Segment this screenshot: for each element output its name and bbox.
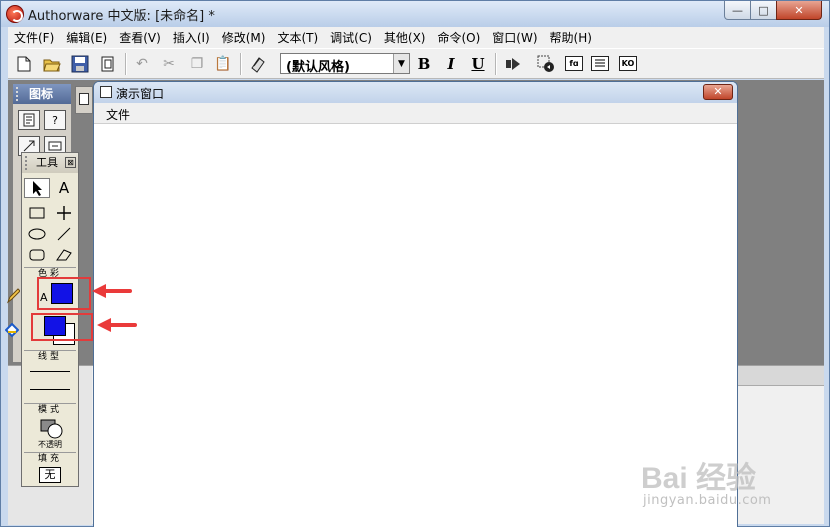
thick-line-option[interactable]	[30, 389, 70, 390]
icon-palette-header[interactable]: 图标	[13, 84, 71, 104]
interaction-icon[interactable]: ?	[44, 110, 66, 130]
mode-section-label: 模式	[24, 403, 76, 415]
text-style-value: (默认风格)	[286, 60, 350, 75]
close-button[interactable]: ✕	[776, 1, 822, 20]
minimize-button[interactable]: —	[724, 1, 751, 20]
thin-line-option[interactable]	[30, 371, 70, 372]
presentation-window-title: 演示窗口	[116, 87, 165, 101]
save-icon[interactable]	[70, 54, 90, 74]
menu-text[interactable]: 文本(T)	[271, 29, 324, 46]
cut-icon[interactable]: ✂	[159, 54, 179, 74]
new-file-icon[interactable]	[14, 54, 34, 74]
maximize-button[interactable]: □	[750, 1, 777, 20]
polygon-tool-icon[interactable]	[51, 245, 77, 265]
menu-help[interactable]: 帮助(H)	[544, 29, 598, 46]
design-window-icon	[79, 93, 89, 105]
tools-palette-title: 工具	[36, 156, 58, 169]
design-window-edge	[75, 86, 93, 114]
text-tool[interactable]: A	[51, 178, 77, 198]
menu-window[interactable]: 窗口(W)	[486, 29, 543, 46]
rectangle-tool-icon[interactable]	[24, 203, 50, 223]
highlight-box	[37, 277, 91, 310]
menu-view[interactable]: 查看(V)	[113, 29, 167, 46]
baidu-watermark: Bai 经验 jingyan.baidu.com	[641, 441, 826, 521]
variables-icon[interactable]	[591, 56, 609, 71]
grip-icon[interactable]	[16, 87, 20, 101]
crosshair-tool-icon[interactable]	[51, 203, 77, 223]
open-folder-icon[interactable]	[42, 54, 62, 74]
functions-icon[interactable]: fɑ	[565, 56, 583, 71]
watermark-url: jingyan.baidu.com	[643, 493, 772, 508]
display-icon[interactable]	[18, 110, 40, 130]
control-panel-icon[interactable]	[536, 54, 556, 74]
annotation-arrow	[92, 284, 132, 298]
toolbar-separator	[495, 53, 497, 75]
lower-right-frame	[734, 366, 824, 386]
fill-pattern-box[interactable]: 无	[39, 467, 61, 483]
menu-modify[interactable]: 修改(M)	[216, 29, 272, 46]
rounded-rectangle-tool-icon[interactable]	[24, 245, 50, 265]
presentation-close-button[interactable]: ✕	[703, 84, 733, 100]
line-section-label: 线型	[24, 350, 76, 362]
grip-icon[interactable]	[25, 156, 29, 170]
text-style-select[interactable]: (默认风格) ▼	[280, 53, 410, 75]
tools-palette-header[interactable]: 工具 ⊠	[22, 153, 78, 173]
fill-section-label: 填充	[24, 452, 76, 464]
ellipse-tool-icon[interactable]	[24, 224, 50, 244]
presentation-window-title-bar[interactable]: 演示窗口 ✕	[94, 82, 737, 103]
icon-palette-title: 图标	[29, 87, 54, 101]
menu-file[interactable]: 文件(F)	[8, 29, 60, 46]
window-title: Authorware 中文版: [未命名] *	[28, 9, 215, 24]
authorware-logo-icon	[6, 5, 24, 23]
presentation-menu-file[interactable]: 文件	[106, 106, 130, 123]
run-icon[interactable]	[503, 54, 523, 74]
undo-icon[interactable]: ↶	[132, 54, 152, 74]
toolbar-separator	[240, 53, 242, 75]
toolbar-separator	[125, 53, 127, 75]
highlight-box	[31, 313, 93, 341]
presentation-menu-bar: 文件	[94, 103, 737, 124]
bold-button[interactable]: B	[414, 54, 434, 74]
knowledge-objects-icon[interactable]: KO	[619, 56, 637, 71]
presentation-window-icon	[100, 86, 112, 98]
title-bar: Authorware 中文版: [未命名] * — □ ✕	[1, 1, 829, 27]
underline-button[interactable]: U	[468, 54, 488, 74]
menu-insert[interactable]: 插入(I)	[167, 29, 216, 46]
menu-other[interactable]: 其他(X)	[378, 29, 432, 46]
authorware-window: Authorware 中文版: [未命名] * — □ ✕ 文件(F) 编辑(E…	[0, 0, 830, 527]
paste-icon[interactable]: 📋	[213, 54, 233, 74]
menu-edit[interactable]: 编辑(E)	[60, 29, 113, 46]
paint-bucket-icon	[4, 322, 20, 342]
menu-commands[interactable]: 命令(O)	[431, 29, 486, 46]
watermark-logo: Bai 经验	[641, 462, 757, 495]
chevron-down-icon[interactable]: ▼	[393, 54, 409, 73]
menu-bar: 文件(F) 编辑(E) 查看(V) 插入(I) 修改(M) 文本(T) 调试(C…	[8, 27, 824, 48]
annotation-arrow	[97, 318, 137, 332]
italic-button[interactable]: I	[441, 54, 461, 74]
close-icon[interactable]: ⊠	[65, 157, 76, 168]
line-tool-icon[interactable]	[51, 224, 77, 244]
import-icon[interactable]	[98, 54, 118, 74]
find-icon[interactable]	[248, 54, 268, 74]
pointer-tool-icon[interactable]	[24, 178, 50, 198]
menu-debug[interactable]: 调试(C)	[324, 29, 378, 46]
pencil-icon	[6, 288, 21, 307]
mode-value: 不透明	[38, 440, 62, 449]
copy-icon[interactable]: ❐	[187, 54, 207, 74]
tools-palette: 工具 ⊠ A 色彩 A 线型 模式 不透明 填充 无	[4, 152, 93, 487]
toolbar: ↶ ✂ ❐ 📋 (默认风格) ▼ B I U fɑ KO	[8, 48, 824, 79]
